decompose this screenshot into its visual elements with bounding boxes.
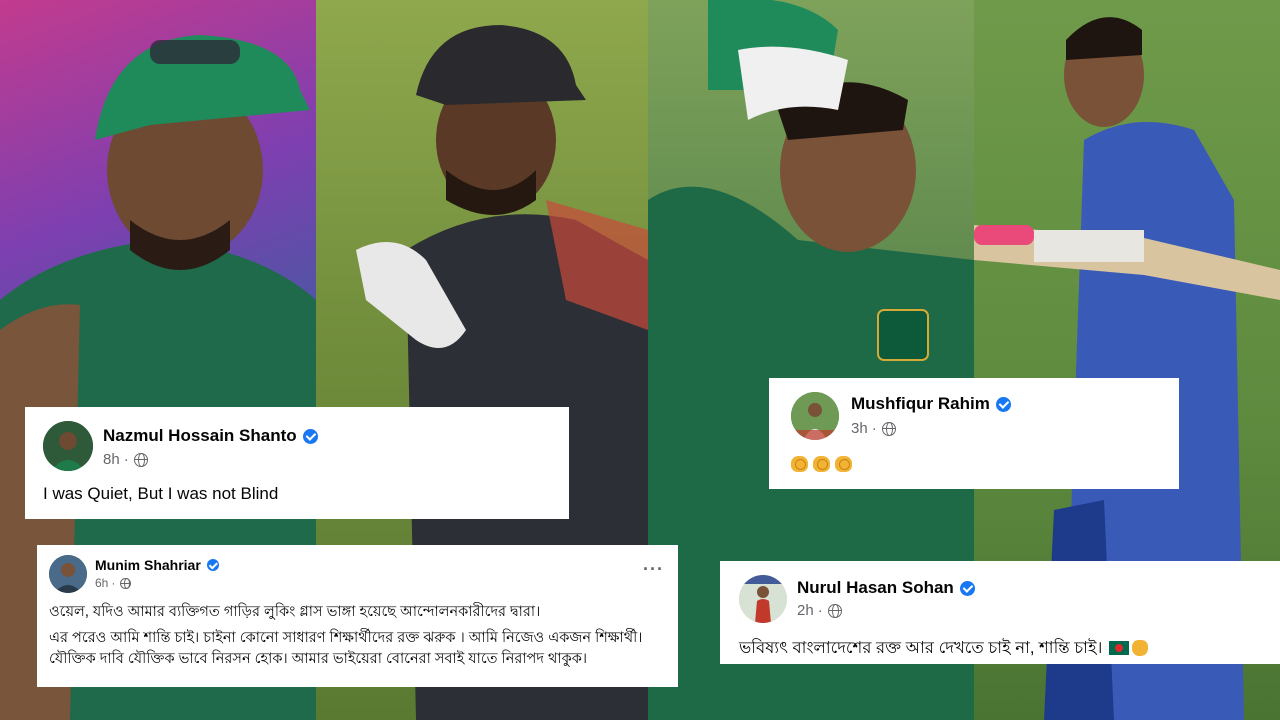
clapping-hands-icon xyxy=(813,456,830,472)
author-line: Nazmul Hossain Shanto xyxy=(103,426,318,446)
post-meta: 8h · xyxy=(103,451,148,468)
post-time[interactable]: 2h xyxy=(797,602,814,619)
avatar[interactable] xyxy=(49,555,87,593)
author-name[interactable]: Nurul Hasan Sohan xyxy=(797,578,954,598)
post-card-munim: Munim Shahriar 6h · ··· ওয়েল, যদিও আমার… xyxy=(37,545,678,687)
meta-separator: · xyxy=(817,602,823,619)
meta-separator: · xyxy=(111,576,116,590)
post-time[interactable]: 6h xyxy=(95,576,108,590)
post-text: I was Quiet, But I was not Blind xyxy=(43,484,279,503)
clapping-hands-icon xyxy=(791,456,808,472)
clapping-hands-icon xyxy=(835,456,852,472)
bangladesh-flag-icon xyxy=(1109,641,1130,655)
globe-icon xyxy=(881,421,896,436)
post-card-shanto: Nazmul Hossain Shanto 8h · I was Quiet, … xyxy=(25,407,569,519)
globe-icon xyxy=(827,603,842,618)
post-text-paragraph-2: এর পরেও আমি শান্তি চাই। চাইনা কোনো সাধার… xyxy=(49,630,643,667)
verified-badge-icon xyxy=(206,559,219,571)
author-line: Mushfiqur Rahim xyxy=(851,394,1011,414)
post-meta: 3h · xyxy=(851,420,896,437)
post-meta: 6h · xyxy=(95,576,132,590)
author-line: Munim Shahriar xyxy=(95,557,219,573)
globe-icon xyxy=(133,452,148,467)
avatar-image xyxy=(43,421,93,471)
post-emoji-row xyxy=(791,456,857,477)
meta-separator: · xyxy=(123,451,129,468)
post-card-sohan: Nurul Hasan Sohan 2h · ভবিষ্যৎ বাংলাদেশে… xyxy=(720,561,1280,664)
globe-icon xyxy=(120,577,132,589)
post-text-row: ভবিষ্যৎ বাংলাদেশের রক্ত আর দেখতে চাই না,… xyxy=(739,635,1149,662)
verified-badge-icon xyxy=(302,428,318,444)
post-time[interactable]: 8h xyxy=(103,451,120,468)
avatar-image xyxy=(739,575,787,623)
verified-badge-icon xyxy=(995,396,1011,412)
avatar[interactable] xyxy=(739,575,787,623)
meta-separator: · xyxy=(871,420,877,437)
author-name[interactable]: Nazmul Hossain Shanto xyxy=(103,426,297,446)
author-name[interactable]: Munim Shahriar xyxy=(95,557,201,573)
avatar[interactable] xyxy=(43,421,93,471)
post-text-line-1: ওয়েল, যদিও আমার ব্যক্তিগত গাড়ির লুকিং … xyxy=(49,604,541,620)
raised-fist-icon xyxy=(1132,640,1149,656)
avatar-image xyxy=(49,555,87,593)
more-options-icon[interactable]: ··· xyxy=(643,559,664,580)
avatar[interactable] xyxy=(791,392,839,440)
post-meta: 2h · xyxy=(797,602,842,619)
post-text: ভবিষ্যৎ বাংলাদেশের রক্ত আর দেখতে চাই না,… xyxy=(739,639,1103,657)
verified-badge-icon xyxy=(959,580,975,596)
author-line: Nurul Hasan Sohan xyxy=(797,578,975,598)
author-name[interactable]: Mushfiqur Rahim xyxy=(851,394,990,414)
avatar-image xyxy=(791,392,839,440)
post-card-mushfiq: Mushfiqur Rahim 3h · xyxy=(769,378,1179,489)
post-header: Nazmul Hossain Shanto xyxy=(43,421,318,471)
post-time[interactable]: 3h xyxy=(851,420,868,437)
